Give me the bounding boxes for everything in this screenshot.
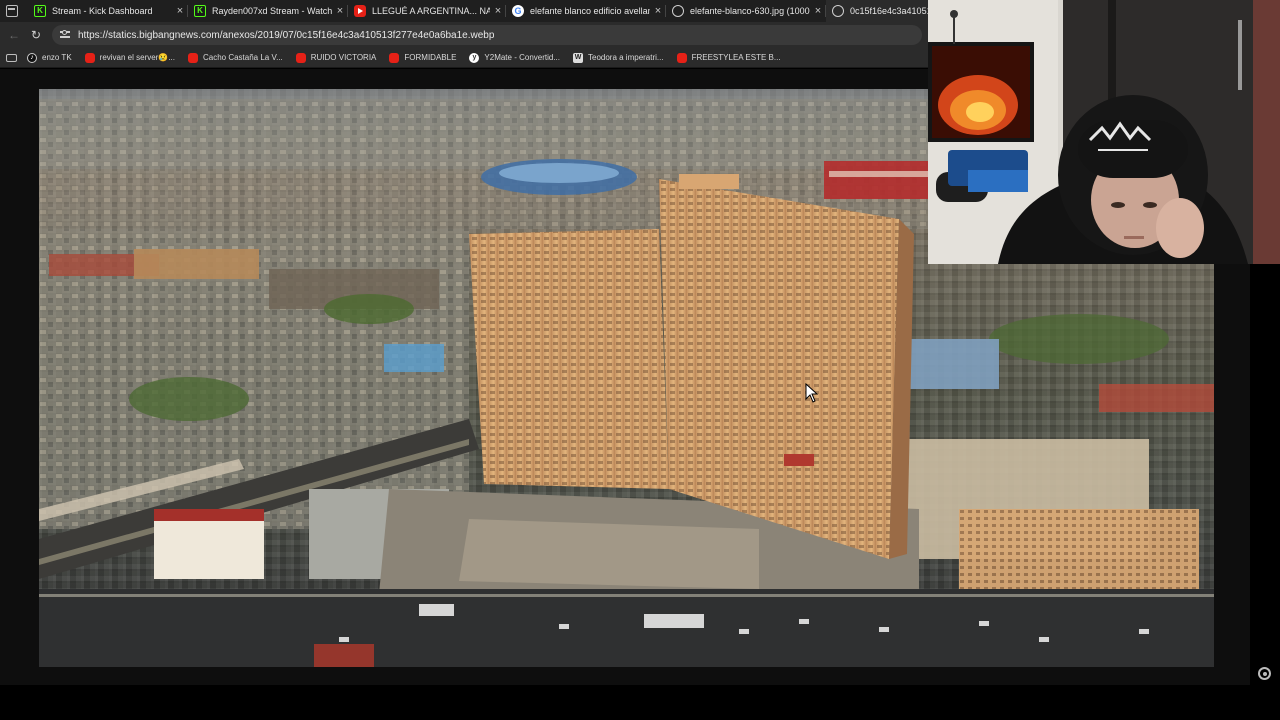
bookmark-teodora[interactable]: W Teodora a imperatri... — [573, 52, 664, 63]
tab-active-webp[interactable]: 0c15f16e4c3a410513f2 — [826, 0, 928, 22]
youtube-icon — [354, 5, 366, 17]
bottom-black-bar — [0, 685, 1280, 720]
bookmark-cacho-castana[interactable]: Cacho Castaña La V... — [187, 52, 283, 63]
bookmark-formidable[interactable]: FORMIDABLE — [389, 52, 457, 63]
address-bar[interactable]: https://statics.bigbangnews.com/anexos/2… — [52, 25, 922, 45]
bookmark-y2mate[interactable]: y Y2Mate - Convertid... — [469, 52, 560, 63]
browser-toolbar: ← ↻ https://statics.bigbangnews.com/anex… — [0, 22, 928, 48]
youtube-icon — [84, 52, 95, 63]
back-arrow-icon[interactable]: ← — [8, 28, 20, 42]
bookmark-revivan-el-server[interactable]: revivan el server😢... — [84, 52, 175, 63]
close-icon[interactable]: × — [172, 5, 188, 17]
tab-google-search[interactable]: G elefante blanco edificio avellaned × — [506, 0, 666, 22]
youtube-icon — [187, 52, 198, 63]
youtube-icon — [389, 52, 400, 63]
google-icon: G — [512, 5, 524, 17]
url-text: https://statics.bigbangnews.com/anexos/2… — [78, 29, 495, 41]
bookmark-label: RUIDO VICTORIA — [310, 53, 377, 62]
tab-title: LLEGUÉ A ARGENTINA... NADA E — [372, 6, 490, 16]
close-icon[interactable]: × — [490, 5, 506, 17]
youtube-icon — [295, 52, 306, 63]
tab-title: Stream - Kick Dashboard — [52, 6, 153, 16]
tab-image-jpg[interactable]: elefante-blanco-630.jpg (1000×6 × — [666, 0, 826, 22]
close-icon[interactable]: × — [650, 5, 666, 17]
bookmark-freestylea[interactable]: FREESTYLEA ESTE B... — [676, 52, 781, 63]
youtube-icon — [676, 52, 687, 63]
bookmark-label: Y2Mate - Convertid... — [484, 53, 560, 62]
tab-title: elefante-blanco-630.jpg (1000×6 — [690, 6, 810, 16]
tab-title: 0c15f16e4c3a410513f2 — [850, 6, 928, 16]
apps-icon[interactable] — [6, 53, 17, 62]
bookmark-ruido-victoria[interactable]: RUIDO VICTORIA — [295, 52, 377, 63]
gear-icon[interactable] — [1258, 667, 1271, 680]
tab-rayden-stream[interactable]: K Rayden007xd Stream - Watch Live × — [188, 0, 348, 22]
tab-search-icon[interactable] — [6, 5, 18, 17]
y2mate-icon: y — [469, 52, 480, 63]
tiktok-icon: ♪ — [27, 52, 37, 63]
tab-youtube-video[interactable]: LLEGUÉ A ARGENTINA... NADA E × — [348, 0, 506, 22]
bookmark-label: FORMIDABLE — [404, 53, 457, 62]
bookmark-label: enzo TK — [42, 53, 72, 62]
bookmark-label: revivan el server😢... — [99, 53, 175, 62]
bookmark-label: Cacho Castaña La V... — [202, 53, 283, 62]
tab-title: Rayden007xd Stream - Watch Live — [212, 6, 332, 16]
close-icon[interactable]: × — [332, 5, 348, 17]
tab-kick-dashboard[interactable]: K Stream - Kick Dashboard × — [28, 0, 188, 22]
close-icon[interactable]: × — [810, 5, 826, 17]
kick-icon: K — [194, 5, 206, 17]
globe-icon — [832, 5, 844, 17]
webcam-feed-illustration — [928, 0, 1280, 264]
bookmarks-bar: ♪ enzo TK revivan el server😢... Cacho Ca… — [0, 48, 928, 68]
bookmark-label: Teodora a imperatri... — [588, 53, 664, 62]
mouse-cursor-icon — [805, 383, 819, 403]
webcam-overlay — [928, 0, 1280, 264]
kick-icon: K — [34, 5, 46, 17]
wikipedia-icon: W — [573, 52, 583, 63]
reload-icon[interactable]: ↻ — [31, 28, 41, 42]
bookmark-label: FREESTYLEA ESTE B... — [691, 53, 781, 62]
image-icon — [672, 5, 684, 17]
bookmark-enzo-tk[interactable]: ♪ enzo TK — [27, 52, 72, 63]
tab-title: elefante blanco edificio avellaned — [530, 6, 650, 16]
site-info-icon[interactable] — [60, 30, 70, 40]
